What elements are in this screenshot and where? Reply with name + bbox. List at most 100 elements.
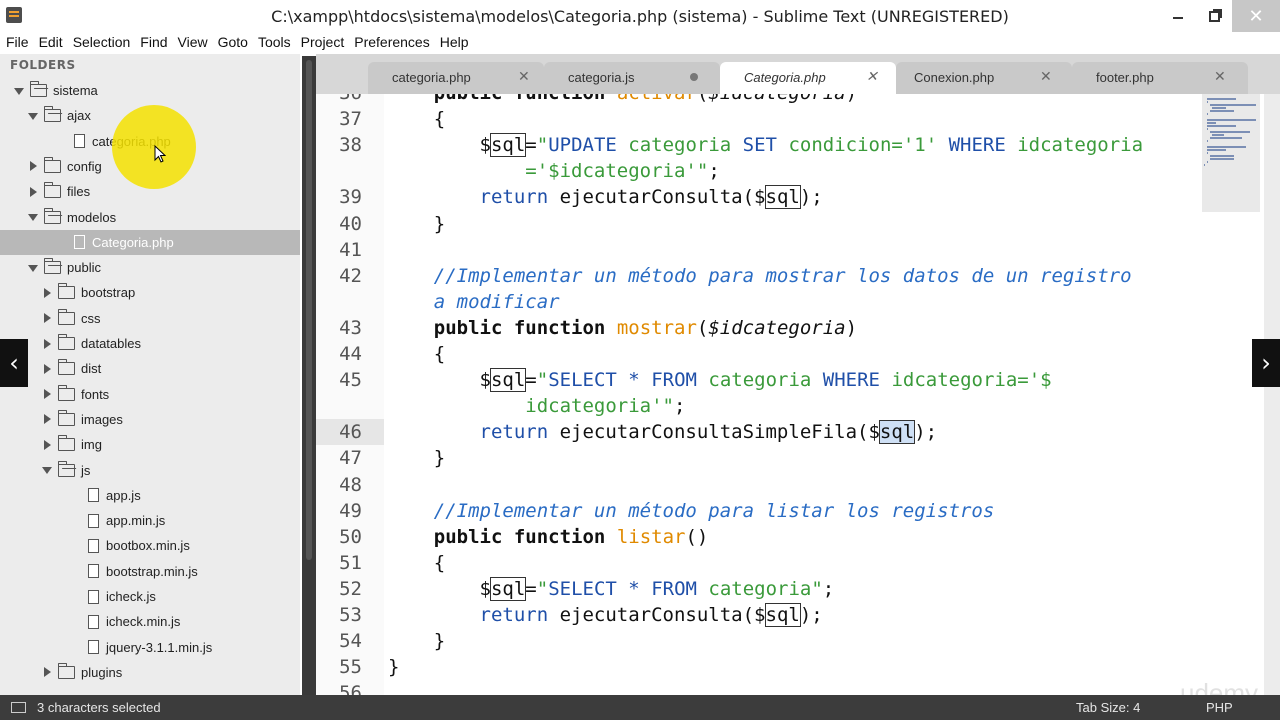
tree-item-icheck-min-js[interactable]: icheck.min.js	[0, 609, 300, 634]
line-code[interactable]: //Implementar un método para listar los …	[388, 498, 995, 524]
tab-close-icon[interactable]: ✕	[866, 68, 878, 85]
sidebar-scrollbar[interactable]	[302, 56, 316, 696]
line-code[interactable]: public function mostrar($idcategoria)	[388, 315, 857, 341]
line-code[interactable]: $sql="UPDATE categoria SET condicion='1'…	[388, 132, 1143, 158]
tab-conexion-php[interactable]: Conexion.php ✕	[896, 62, 1072, 94]
tree-item-modelos[interactable]: modelos	[0, 205, 300, 230]
tree-item-app-min-js[interactable]: app.min.js	[0, 508, 300, 533]
line-code[interactable]: public function activar($idcategoria)	[388, 94, 857, 106]
unsaved-dot-icon[interactable]	[690, 73, 698, 81]
code-line[interactable]: 37 {	[316, 106, 1202, 132]
maximize-button[interactable]	[1196, 0, 1232, 32]
expand-arrow-right-icon[interactable]	[42, 414, 52, 425]
line-code[interactable]: public function listar()	[388, 524, 709, 550]
expand-arrow-right-icon[interactable]	[28, 186, 38, 197]
code-line[interactable]: ='$idcategoria'";	[316, 158, 1202, 184]
code-line[interactable]: 51 {	[316, 550, 1202, 576]
menu-preferences[interactable]: Preferences	[348, 32, 429, 54]
code-line[interactable]: 42 //Implementar un método para mostrar …	[316, 263, 1202, 289]
minimap[interactable]	[1202, 94, 1264, 695]
tree-item-datatables[interactable]: datatables	[0, 331, 300, 356]
menu-goto[interactable]: Goto	[212, 32, 248, 54]
syntax-indicator[interactable]: PHP	[1206, 700, 1233, 715]
code-line[interactable]: 40 }	[316, 211, 1202, 237]
menu-selection[interactable]: Selection	[67, 32, 131, 54]
line-code[interactable]: a modificar	[388, 289, 560, 315]
code-line[interactable]: a modificar	[316, 289, 1202, 315]
tree-item-js[interactable]: js	[0, 458, 300, 483]
line-code[interactable]: }	[388, 654, 399, 680]
code-line[interactable]: 36 public function activar($idcategoria)	[316, 94, 1202, 106]
expand-arrow-right-icon[interactable]	[42, 313, 52, 324]
expand-arrow-right-icon[interactable]	[42, 287, 52, 298]
menu-find[interactable]: Find	[134, 32, 167, 54]
code-line[interactable]: 44 {	[316, 341, 1202, 367]
tab-categoria-php-ajax[interactable]: categoria.php ✕	[368, 62, 544, 94]
expand-arrow-down-icon[interactable]	[28, 111, 38, 121]
panel-toggle-icon[interactable]	[11, 702, 26, 713]
editor-scrollbar[interactable]	[1264, 94, 1280, 695]
code-line[interactable]: 38 $sql="UPDATE categoria SET condicion=…	[316, 132, 1202, 158]
code-line[interactable]: 53 return ejecutarConsulta($sql);	[316, 602, 1202, 628]
expand-arrow-right-icon[interactable]	[42, 338, 52, 349]
line-code[interactable]: return ejecutarConsultaSimpleFila($sql);	[388, 419, 937, 445]
line-code[interactable]: {	[388, 341, 445, 367]
tab-close-icon[interactable]: ✕	[1214, 68, 1226, 85]
tree-item-categoria-php[interactable]: Categoria.php	[0, 229, 300, 255]
tree-item-icheck-js[interactable]: icheck.js	[0, 584, 300, 609]
code-editor[interactable]: 36 public function activar($idcategoria)…	[316, 94, 1202, 695]
menu-tools[interactable]: Tools	[252, 32, 291, 54]
expand-arrow-right-icon[interactable]	[42, 363, 52, 374]
tree-item-fonts[interactable]: fonts	[0, 382, 300, 407]
expand-arrow-down-icon[interactable]	[14, 86, 24, 96]
tree-item-sistema[interactable]: sistema	[0, 78, 300, 103]
close-window-button[interactable]: ✕	[1232, 0, 1280, 32]
tree-item-bootstrap-min-js[interactable]: bootstrap.min.js	[0, 559, 300, 584]
line-code[interactable]: {	[388, 106, 445, 132]
line-code[interactable]: {	[388, 550, 445, 576]
code-line[interactable]: 43 public function mostrar($idcategoria)	[316, 315, 1202, 341]
line-code[interactable]: $sql="SELECT * FROM categoria";	[388, 576, 834, 602]
menu-view[interactable]: View	[172, 32, 208, 54]
code-line[interactable]: 47 }	[316, 445, 1202, 471]
tree-item-plugins[interactable]: plugins	[0, 660, 300, 685]
line-code[interactable]: ='$idcategoria'";	[388, 158, 719, 184]
tree-item-jquery-3-1-1-min-js[interactable]: jquery-3.1.1.min.js	[0, 635, 300, 660]
tree-item-images[interactable]: images	[0, 407, 300, 432]
code-line[interactable]: 45 $sql="SELECT * FROM categoria WHERE i…	[316, 367, 1202, 393]
menu-edit[interactable]: Edit	[33, 32, 63, 54]
tree-item-bootstrap[interactable]: bootstrap	[0, 280, 300, 305]
tab-footer-php[interactable]: footer.php ✕	[1072, 62, 1248, 94]
code-line[interactable]: idcategoria'";	[316, 393, 1202, 419]
tree-item-img[interactable]: img	[0, 432, 300, 457]
code-line[interactable]: 39 return ejecutarConsulta($sql);	[316, 184, 1202, 210]
tab-close-icon[interactable]: ✕	[1040, 68, 1052, 85]
menu-help[interactable]: Help	[434, 32, 469, 54]
tree-item-app-js[interactable]: app.js	[0, 483, 300, 508]
menu-file[interactable]: File	[0, 32, 29, 54]
expand-arrow-right-icon[interactable]	[42, 667, 52, 678]
tree-item-public[interactable]: public	[0, 255, 300, 280]
next-arrow-button[interactable]: ›	[1252, 339, 1280, 387]
code-line[interactable]: 56	[316, 680, 1202, 695]
tree-item-dist[interactable]: dist	[0, 356, 300, 381]
tree-item-bootbox-min-js[interactable]: bootbox.min.js	[0, 533, 300, 558]
code-line[interactable]: 46 return ejecutarConsultaSimpleFila($sq…	[316, 419, 1202, 445]
code-line[interactable]: 52 $sql="SELECT * FROM categoria";	[316, 576, 1202, 602]
line-code[interactable]: }	[388, 445, 445, 471]
minimize-button[interactable]	[1160, 0, 1196, 32]
code-line[interactable]: 55}	[316, 654, 1202, 680]
line-code[interactable]: }	[388, 211, 445, 237]
line-code[interactable]: //Implementar un método para mostrar los…	[388, 263, 1132, 289]
menu-project[interactable]: Project	[295, 32, 345, 54]
line-code[interactable]: $sql="SELECT * FROM categoria WHERE idca…	[388, 367, 1052, 393]
line-code[interactable]: }	[388, 628, 445, 654]
expand-arrow-down-icon[interactable]	[28, 212, 38, 222]
code-line[interactable]: 48	[316, 472, 1202, 498]
tab-categoria-php-active[interactable]: Categoria.php ✕	[720, 62, 896, 94]
tree-item-css[interactable]: css	[0, 306, 300, 331]
tab-categoria-js[interactable]: categoria.js	[544, 62, 720, 94]
line-code[interactable]: return ejecutarConsulta($sql);	[388, 184, 823, 210]
expand-arrow-right-icon[interactable]	[28, 161, 38, 172]
code-line[interactable]: 50 public function listar()	[316, 524, 1202, 550]
